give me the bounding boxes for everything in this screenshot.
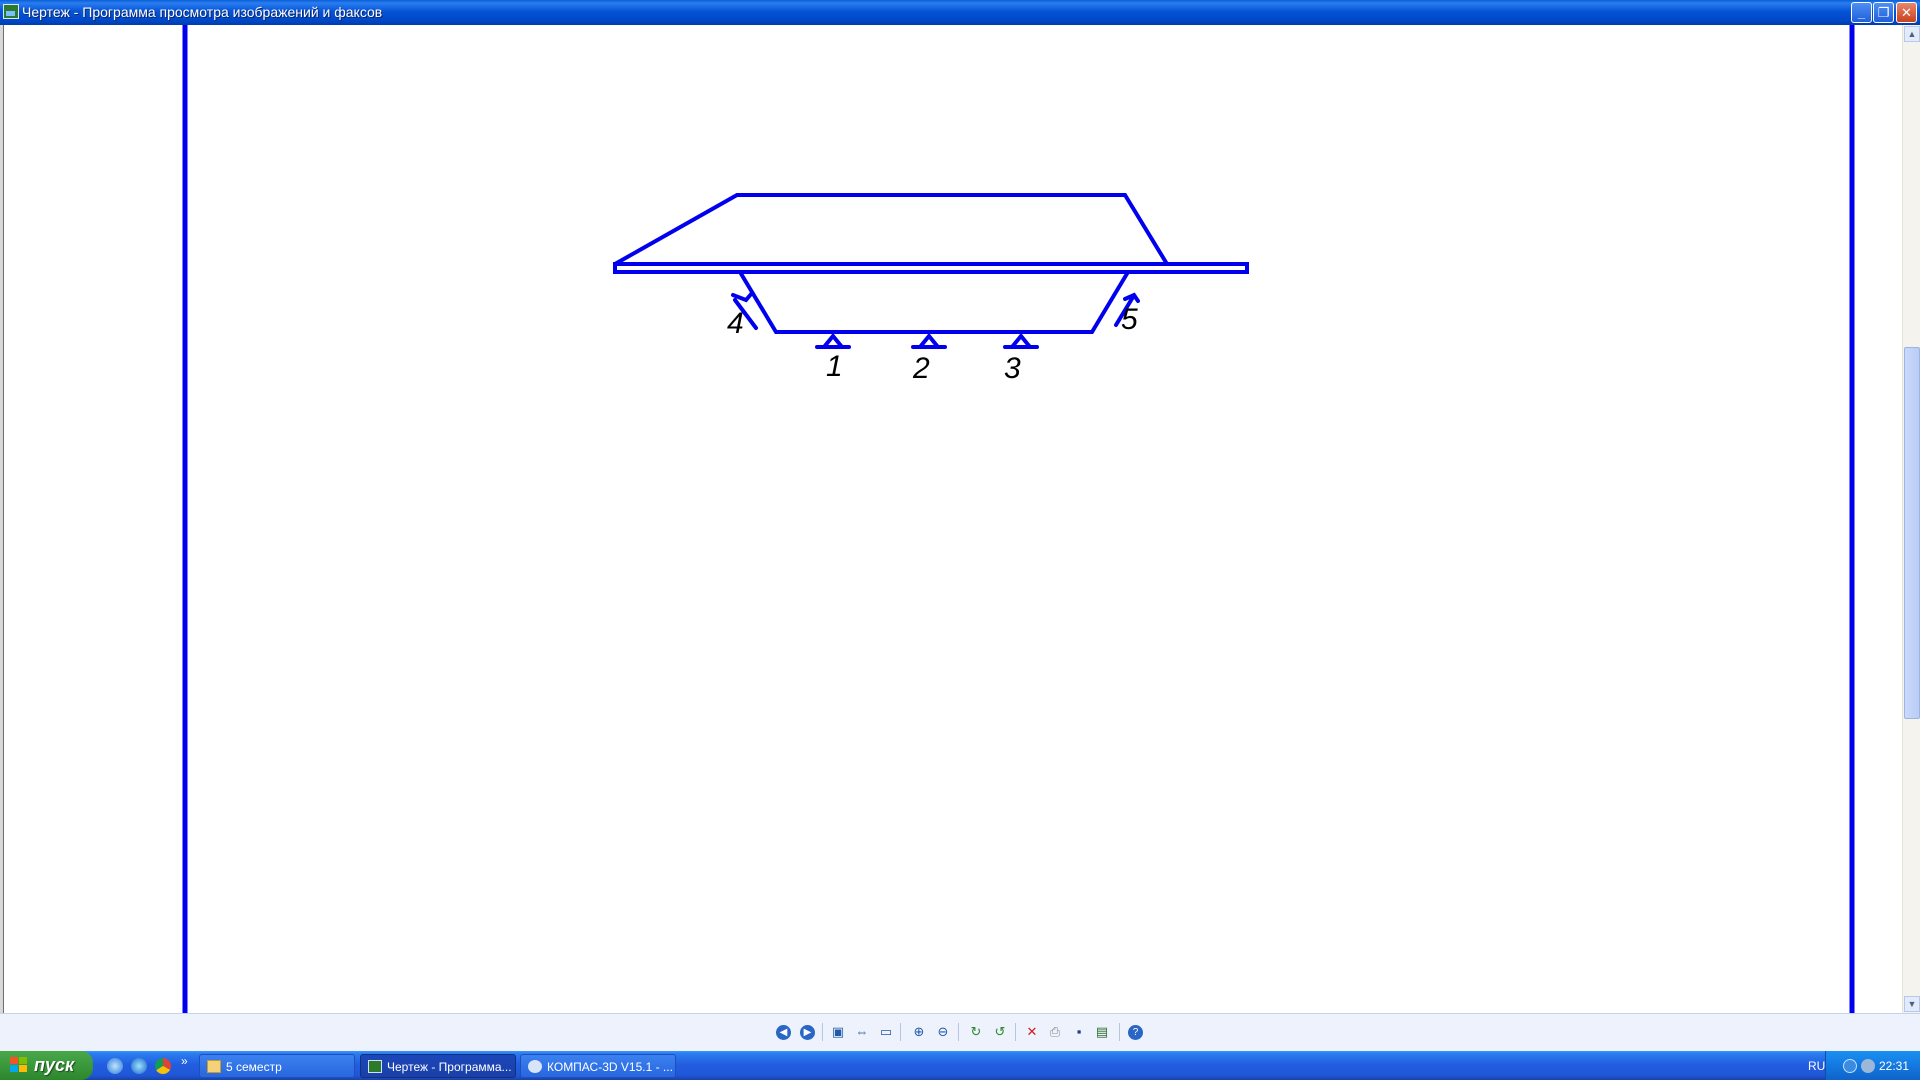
- lower-profile: [738, 270, 1130, 334]
- print-icon[interactable]: ⎙: [1046, 1023, 1064, 1041]
- help-icon[interactable]: ?: [1128, 1025, 1143, 1040]
- actual-size-icon[interactable]: ⇔: [853, 1023, 871, 1041]
- quick-launch-more[interactable]: »: [181, 1054, 188, 1068]
- tray-expand-icon[interactable]: [1843, 1059, 1857, 1073]
- open-for-editing-icon[interactable]: ▤: [1093, 1023, 1111, 1041]
- task-folder-5-semester[interactable]: 5 семестр: [199, 1054, 355, 1078]
- scroll-thumb[interactable]: [1904, 347, 1920, 719]
- title-bar[interactable]: Чертеж - Программа просмотра изображений…: [0, 0, 1920, 25]
- task-label: 5 семестр: [226, 1060, 282, 1074]
- drawing-image: 1 2 3 4 5: [182, 25, 1855, 1013]
- previous-image-icon[interactable]: ◀: [776, 1025, 791, 1040]
- close-button[interactable]: ✕: [1896, 2, 1917, 23]
- label-1: 1: [826, 350, 843, 383]
- task-label: Чертеж - Программа...: [387, 1060, 512, 1074]
- image-viewer-icon: [368, 1060, 382, 1073]
- viewer-toolbar: ◀ ▶ ▣ ⇔ ▭ ⊕ ⊖ ↻ ↺ ✕ ⎙ ▪ ▤ ?: [0, 1013, 1920, 1051]
- vertical-scrollbar[interactable]: ▲ ▼: [1902, 25, 1920, 1013]
- start-button[interactable]: пуск: [0, 1051, 93, 1080]
- network-icon[interactable]: [1861, 1059, 1875, 1073]
- scroll-up-button[interactable]: ▲: [1904, 26, 1920, 42]
- upper-profile: [614, 193, 1169, 266]
- task-label: КОМПАС-3D V15.1 - ...: [547, 1060, 673, 1074]
- internet-explorer-icon[interactable]: [131, 1058, 147, 1074]
- kompas-icon: [528, 1060, 542, 1073]
- support-mark-1: [815, 332, 851, 349]
- save-as-icon[interactable]: ▪: [1070, 1023, 1088, 1041]
- label-2: 2: [912, 352, 930, 385]
- window-title: Чертеж - Программа просмотра изображений…: [22, 4, 383, 20]
- rotate-clockwise-icon[interactable]: ↻: [967, 1023, 985, 1041]
- scroll-down-button[interactable]: ▼: [1904, 996, 1920, 1012]
- zoom-in-icon[interactable]: ⊕: [910, 1023, 928, 1041]
- slideshow-icon[interactable]: ▭: [877, 1023, 895, 1041]
- language-indicator[interactable]: RU: [1808, 1059, 1825, 1073]
- support-mark-3: [1003, 332, 1039, 349]
- image-viewer-app-icon[interactable]: [3, 4, 19, 19]
- rotate-counterclockwise-icon[interactable]: ↺: [991, 1023, 1009, 1041]
- zoom-out-icon[interactable]: ⊖: [934, 1023, 952, 1041]
- support-mark-2: [911, 332, 947, 349]
- label-4: 4: [727, 307, 744, 340]
- minimize-button[interactable]: _: [1851, 2, 1872, 23]
- show-desktop-icon[interactable]: [107, 1058, 123, 1074]
- task-image-viewer[interactable]: Чертеж - Программа...: [360, 1054, 516, 1078]
- task-kompas-3d[interactable]: КОМПАС-3D V15.1 - ...: [520, 1054, 676, 1078]
- label-3: 3: [1004, 352, 1021, 385]
- taskbar: пуск » 5 семестр Чертеж - Программа... К…: [0, 1051, 1920, 1080]
- chrome-icon[interactable]: [155, 1058, 171, 1074]
- flange-bar: [613, 262, 1249, 274]
- best-fit-icon[interactable]: ▣: [829, 1023, 847, 1041]
- clock[interactable]: 22:31: [1879, 1059, 1909, 1073]
- maximize-button[interactable]: ❐: [1873, 2, 1894, 23]
- delete-icon[interactable]: ✕: [1023, 1023, 1041, 1041]
- start-label: пуск: [34, 1055, 75, 1075]
- next-image-icon[interactable]: ▶: [800, 1025, 815, 1040]
- folder-icon: [207, 1060, 221, 1073]
- windows-logo-icon: [10, 1057, 28, 1074]
- label-5: 5: [1121, 303, 1138, 336]
